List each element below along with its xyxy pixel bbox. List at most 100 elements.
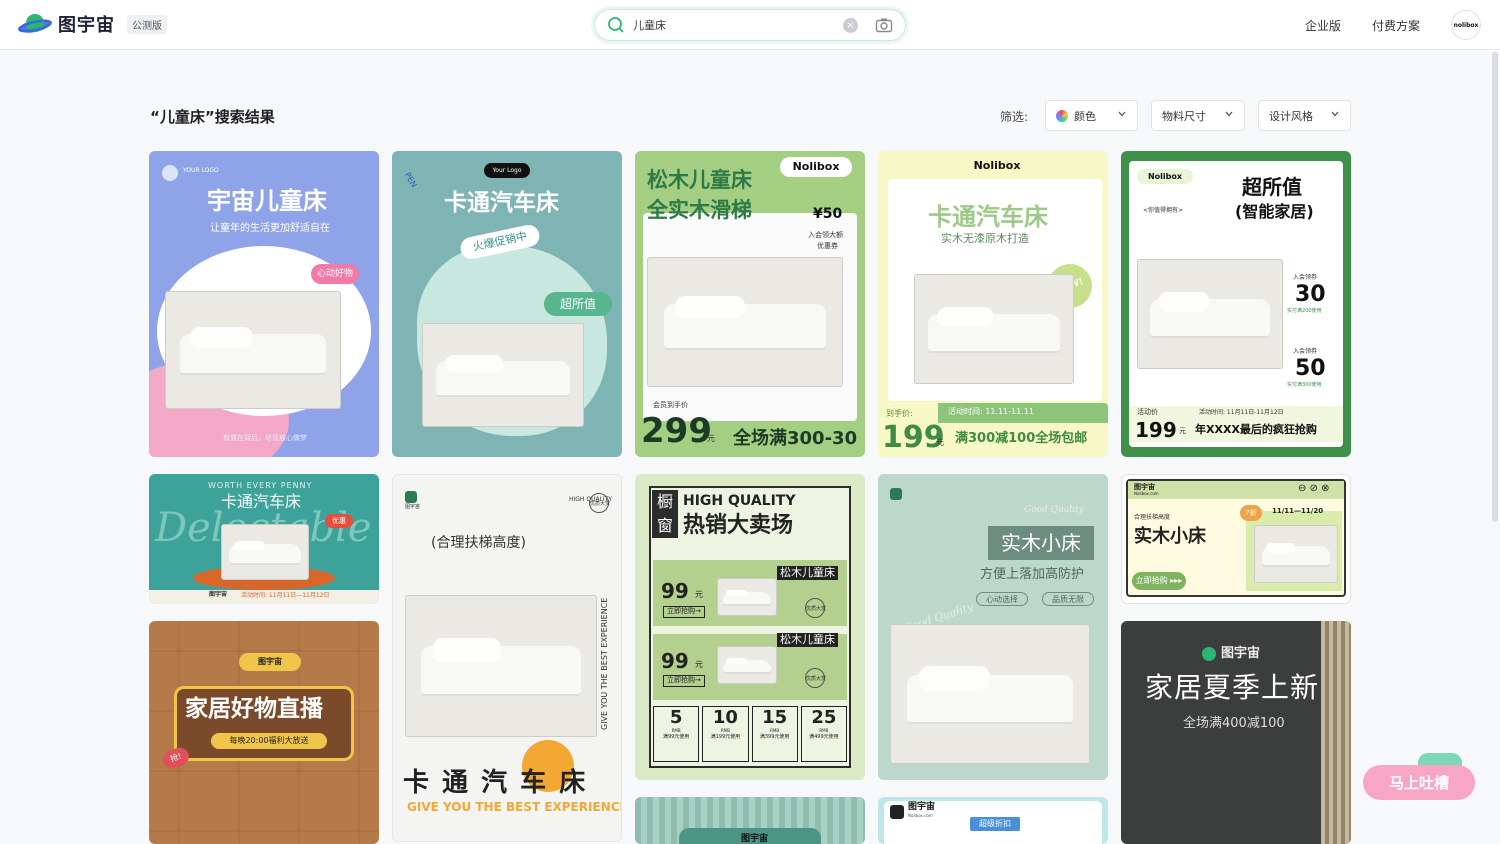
template-card-14[interactable]: 图宇宙 Nolibox.com 超级折扣: [878, 797, 1108, 844]
quality-seal: 优质大赏: [805, 598, 826, 618]
template-card-11[interactable]: 图宇宙 家居好物直播 每晚20:00福利大放送 抢!: [149, 621, 379, 844]
template-card-1[interactable]: YOUR LOGO 宇宙儿童床 让童年的生活更加舒适自在 心动好物 有我在背后，…: [149, 151, 379, 457]
quality-seal: 优质大赏: [589, 493, 610, 513]
buy-button[interactable]: 立即抢购→: [663, 606, 705, 618]
brand-icon: [1202, 647, 1216, 661]
brand-badge: Nolibox: [973, 159, 1021, 172]
price-label: 活动价: [1137, 408, 1158, 416]
beta-badge: 公测版: [127, 14, 167, 34]
card-title: 实木小床: [988, 526, 1094, 560]
coupon[interactable]: 25 RMB 满499元使用: [800, 706, 847, 762]
script-text: Good Quality: [1024, 505, 1084, 515]
card-subtitle: 方便上落加高防护: [980, 567, 1085, 582]
quality-label: HIGH QUALITY: [683, 493, 796, 509]
coupon-label: 入会领券: [1293, 348, 1318, 355]
color-filter-label: 颜色: [1074, 109, 1096, 123]
search-input[interactable]: [633, 16, 833, 34]
bed-image: [1254, 525, 1338, 583]
discount-badge: 超级折扣: [970, 817, 1020, 831]
coupon[interactable]: 15 RMB 满399元使用: [751, 706, 798, 762]
card-subtitle: 让童年的生活更加舒适自在: [210, 223, 330, 234]
price-unit: 元: [936, 438, 944, 447]
card-title: 实木小床: [1134, 526, 1206, 547]
template-card-8[interactable]: 橱窗 HIGH QUALITY 热销大卖场 松木儿童床 99 元 立即抢购→ 优…: [635, 474, 865, 780]
coupon[interactable]: 5 RMB 满99元使用: [653, 706, 700, 762]
bed-image: [647, 257, 843, 387]
card-title-1: 松木儿童床: [647, 168, 752, 192]
vertical-slogan: GIVE YOU THE BEST EXPERIENCE: [600, 597, 609, 730]
template-card-5[interactable]: Nolibox 超所值 (智能家居) <你值得拥有> 入会领券 30 实付满20…: [1121, 151, 1351, 457]
template-card-4[interactable]: Nolibox 卡通汽车床 实木无漆原木打造 NEW! 活动时间: 11.11-…: [878, 151, 1108, 457]
style-filter-label: 设计风格: [1269, 109, 1313, 123]
template-card-12[interactable]: 图宇宙 家居夏季上新 全场满400减100: [1121, 621, 1351, 844]
discount-badge: 7折: [1240, 505, 1262, 521]
buy-now-button[interactable]: 立即抢购 ▸▸▸: [1132, 572, 1186, 590]
bed-image: [890, 624, 1090, 764]
event-time: 活动时间: 11月11日—11月12日: [241, 592, 330, 599]
template-card-13[interactable]: 图宇宙: [635, 797, 865, 844]
price-label: 到手价:: [886, 409, 913, 418]
camera-search-icon[interactable]: [875, 17, 893, 37]
search-icon[interactable]: [607, 16, 625, 38]
card-title: 卡通汽车床: [444, 190, 559, 216]
size-filter-dropdown[interactable]: 物料尺寸: [1151, 100, 1245, 131]
brand-badge: Nolibox: [780, 157, 852, 177]
card-footer: 有我在背后，尽管放心做梦: [223, 434, 307, 442]
nav-pricing[interactable]: 付费方案: [1372, 17, 1420, 34]
card-title: 宇宙儿童床: [207, 187, 327, 215]
window-label: 橱窗: [652, 490, 678, 538]
top-bar: 图宇宙 公测版 × 企业版 付费方案 nolibox: [0, 0, 1500, 50]
template-card-6[interactable]: WORTH EVERY PENNY 卡通汽车床 Delectable 优惠 图宇…: [149, 474, 379, 604]
promo-text: 年XXXX最后的疯狂抢购: [1195, 423, 1317, 436]
card-title: 家居好物直播: [185, 696, 323, 722]
template-card-9[interactable]: Good Quality 实木小床 方便上落加高防护 心动选择 品质无限 Goo…: [878, 474, 1108, 780]
promo-text: 满300减100全场包邮: [955, 431, 1088, 446]
chevron-down-icon: [1117, 109, 1127, 122]
coupon-value: 50: [1295, 356, 1326, 381]
brand-icon: [890, 488, 902, 500]
item-price: 99: [661, 649, 689, 673]
site-label: Nolibox.com: [1134, 491, 1159, 496]
chevron-down-icon: [1224, 109, 1234, 122]
item-name: 松木儿童床: [777, 633, 838, 648]
planet-logo-icon: [18, 11, 52, 37]
coupon[interactable]: 10 RMB 满199元使用: [702, 706, 749, 762]
buy-button[interactable]: 立即抢购→: [663, 675, 705, 687]
search-bar[interactable]: ×: [594, 9, 906, 41]
style-filter-dropdown[interactable]: 设计风格: [1258, 100, 1351, 131]
pen-label: PEN: [402, 170, 419, 190]
tagline: <你值得拥有>: [1143, 207, 1184, 214]
coupon-value: 30: [1295, 282, 1326, 307]
bed-image: [1137, 259, 1283, 369]
bed-image: [165, 291, 341, 409]
card-title: 热销大卖场: [683, 513, 794, 538]
card-title: 卡 通 汽 车 床: [403, 768, 588, 798]
template-card-7[interactable]: 图宇宙 HIGH QUALITY 优质大赏 (合理扶梯高度) GIVE YOU …: [392, 474, 622, 842]
headline: 超所值: [1242, 175, 1302, 199]
results-title: “儿童床”搜索结果: [150, 108, 275, 126]
template-card-3[interactable]: 松木儿童床 全实木滑梯 Nolibox ¥50 入会领大额 优惠券 会员到手价 …: [635, 151, 865, 457]
clear-search-icon[interactable]: ×: [843, 18, 858, 33]
brand-logo[interactable]: 图宇宙 公测版: [18, 11, 167, 37]
bed-image: [717, 578, 777, 616]
template-card-2[interactable]: Your Logo PEN 卡通汽车床 火爆促销中 超所值: [392, 151, 622, 457]
brand-icon: [405, 491, 417, 503]
bed-image: [405, 595, 597, 737]
item-name: 松木儿童床: [777, 566, 838, 581]
color-filter-dropdown[interactable]: 颜色: [1045, 100, 1138, 131]
nav-enterprise[interactable]: 企业版: [1305, 17, 1341, 34]
template-card-10[interactable]: 图宇宙 Nolibox.com ⊖ ⊘ ⊗ 合理扶梯高度 实木小床 立即抢购 ▸…: [1121, 474, 1351, 604]
user-avatar[interactable]: nolibox: [1451, 10, 1481, 40]
card-subtitle: 全场满400减100: [1183, 716, 1285, 731]
feedback-button[interactable]: 马上吐槽: [1363, 765, 1475, 800]
card-title-2: 全实木滑梯: [647, 198, 752, 222]
color-wheel-icon: [1056, 109, 1068, 122]
coupon-note: 入会领大额: [808, 231, 843, 239]
tag: 品质无限: [1042, 592, 1094, 606]
logo-text: YOUR LOGO: [183, 167, 219, 174]
price-unit: 元: [1179, 427, 1186, 435]
brand-label: 图宇宙: [1221, 646, 1261, 661]
scrollbar[interactable]: [1492, 52, 1498, 522]
brand-label: 图宇宙: [908, 802, 936, 812]
coupon-value: ¥50: [813, 206, 843, 222]
